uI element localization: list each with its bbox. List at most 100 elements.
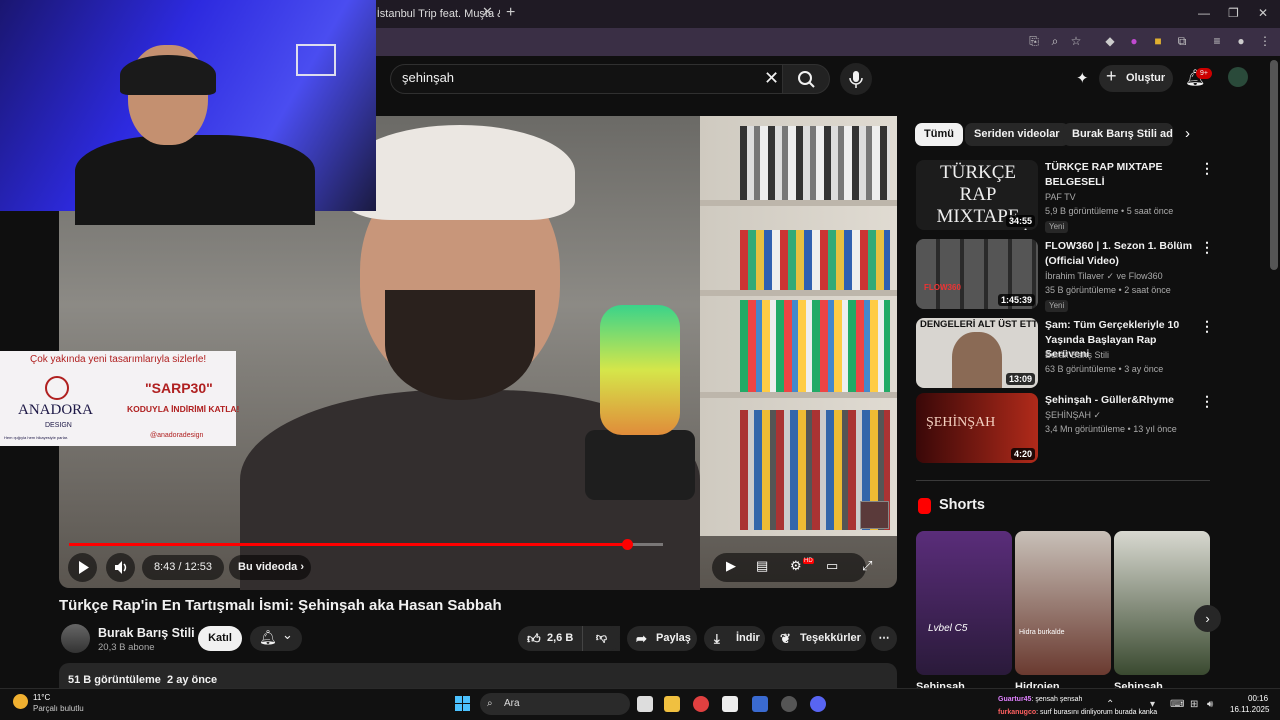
dislike-button[interactable]: 👎︎ — [582, 626, 620, 651]
network-icon[interactable]: ⊞ — [1190, 699, 1198, 710]
short-thumb-text: Hidra burkalde — [1019, 629, 1065, 636]
install-icon[interactable]: ⎘ — [1027, 34, 1041, 48]
clock-date[interactable]: 16.11.2025 — [1230, 705, 1269, 714]
weather-icon[interactable] — [13, 694, 28, 709]
weather-temp[interactable]: 11°C — [33, 693, 50, 702]
settings-gear-icon[interactable]: ⚙︎ — [790, 558, 802, 574]
chat-text: : surf burasını dinliyorum burada kanka — [1036, 709, 1158, 716]
miniplayer-icon[interactable]: ▭ — [826, 558, 838, 574]
browser-menu-icon[interactable]: ⋮ — [1258, 34, 1272, 48]
app-icon[interactable] — [781, 696, 797, 712]
profile-avatar[interactable]: ● — [1234, 34, 1248, 48]
voice-search-button[interactable] — [840, 63, 872, 95]
download-button[interactable]: ⤓ İndir — [704, 626, 765, 651]
chevron-right-icon[interactable]: › — [1194, 605, 1221, 632]
rec-new-badge: Yeni — [1045, 221, 1069, 233]
chip-channel[interactable]: Burak Barış Stili adlı y — [1063, 123, 1173, 146]
chip-all[interactable]: Tümü — [915, 123, 963, 146]
more-vertical-icon[interactable]: ⋮ — [1200, 393, 1214, 410]
fullscreen-icon[interactable]: ⤢ — [862, 558, 872, 574]
weather-desc[interactable]: Parçalı bulutlu — [33, 704, 84, 713]
share-button[interactable]: ➦ Paylaş — [627, 626, 697, 651]
rec-channel[interactable]: Burak Barış Stili — [1045, 350, 1109, 360]
chevron-up-icon[interactable]: ⌃ — [1106, 699, 1114, 710]
short-thumbnail[interactable]: Hidra burkalde — [1015, 531, 1111, 675]
rec-channel[interactable]: ŞEHİNŞAH ✓ — [1045, 410, 1101, 421]
books — [740, 126, 890, 200]
media-control-icon[interactable]: ≡ — [1210, 34, 1224, 48]
shorts-icon — [918, 498, 931, 514]
extension-icon[interactable]: ■ — [1151, 34, 1165, 48]
bell-icon: 🔔︎ — [259, 629, 277, 645]
autoplay-toggle-icon[interactable]: ▶︎ — [726, 558, 736, 574]
app-icon[interactable] — [722, 696, 738, 712]
chevron-right-icon[interactable]: › — [1185, 125, 1190, 142]
more-vertical-icon[interactable]: ⋮ — [1200, 318, 1214, 335]
rec-thumbnail[interactable]: TÜRKÇE RAP MIXTAPE BELGESELİ 34:55 — [916, 160, 1038, 230]
minimize-icon[interactable]: — — [1198, 6, 1210, 20]
mute-button[interactable] — [106, 553, 135, 582]
chip-series[interactable]: Seriden videolar — [965, 123, 1069, 146]
steam-icon[interactable] — [752, 696, 768, 712]
chat-text: : şensah şensah — [1031, 696, 1083, 703]
rec-channel[interactable]: PAF TV — [1045, 192, 1076, 202]
browser-tab[interactable]: ) İstanbul Trip feat. Muşta & — [370, 4, 500, 28]
speaker-icon[interactable]: 🔊︎ — [1207, 699, 1213, 710]
new-tab-icon[interactable]: + — [506, 4, 515, 22]
short-thumbnail[interactable]: Lvbel C5 — [916, 531, 1012, 675]
subtitles-icon[interactable]: ▤ — [756, 558, 768, 574]
restore-icon[interactable]: ❐ — [1228, 6, 1239, 20]
thumbs-down-icon: 👎︎ — [595, 632, 608, 644]
more-vertical-icon[interactable]: ⋮ — [1200, 239, 1214, 256]
clock-time[interactable]: 00:16 — [1248, 694, 1268, 703]
scrollbar[interactable] — [1270, 60, 1278, 270]
keyboard-icon[interactable]: ⌨︎ — [1170, 699, 1184, 710]
discord-icon[interactable] — [810, 696, 826, 712]
zoom-icon[interactable]: ⌕ — [1048, 34, 1062, 48]
rec-thumbnail[interactable]: DENGELERİ ALT ÜST ETTİ 13:09 — [916, 318, 1038, 388]
taskbar-search[interactable]: Ara — [480, 693, 630, 715]
rec-duration: 4:20 — [1010, 448, 1035, 460]
endscreen-element[interactable] — [860, 501, 889, 529]
short-thumbnail[interactable] — [1114, 531, 1210, 675]
rec-thumb-text: ŞEHİNŞAH — [926, 415, 996, 430]
join-button[interactable]: Katıl — [198, 626, 242, 651]
play-button[interactable] — [68, 553, 97, 582]
search-query[interactable]: şehinşah — [402, 70, 454, 85]
more-actions-button[interactable]: ⋯ — [871, 626, 897, 651]
file-explorer-icon[interactable] — [664, 696, 680, 712]
add-video-icon[interactable]: ✦ — [1076, 69, 1089, 87]
ad-tagline: Hem ışığıyla hem hikayesiyle parlar. — [4, 435, 69, 440]
mic-tray-icon[interactable]: ▾ — [1150, 699, 1155, 710]
channel-avatar[interactable] — [61, 624, 90, 653]
rec-title[interactable]: TÜRKÇE RAP MIXTAPE BELGESELİ — [1045, 160, 1195, 189]
task-view-icon[interactable] — [637, 696, 653, 712]
rec-thumbnail[interactable]: ŞEHİNŞAH 4:20 — [916, 393, 1038, 463]
window-close-icon[interactable]: ✕ — [1258, 6, 1268, 20]
rec-title[interactable]: FLOW360 | 1. Sezon 1. Bölüm (Official Vi… — [1045, 239, 1195, 268]
thanks-button[interactable]: ❦ Teşekkürler — [772, 626, 866, 651]
windows-start-icon[interactable] — [455, 696, 470, 711]
account-avatar[interactable] — [1228, 67, 1248, 87]
clear-search-icon[interactable]: ✕ — [764, 68, 779, 89]
subscription-bell-button[interactable]: 🔔︎ ⌄ — [250, 626, 302, 651]
chat-message: Guartur45: şensah şensah — [998, 696, 1082, 703]
chapter-label: Bu videoda — [238, 561, 298, 573]
progress-scrubber[interactable] — [622, 539, 633, 550]
rec-title[interactable]: Şehinşah - Güller&Rhyme — [1045, 393, 1195, 408]
extension-icon[interactable]: ◆ — [1103, 34, 1117, 48]
more-vertical-icon[interactable]: ⋮ — [1200, 160, 1214, 177]
ad-cta: KODUYLA İNDİRİMİ KATLA! — [127, 404, 240, 414]
view-count: 51 B görüntüleme — [68, 674, 161, 686]
chrome-icon[interactable] — [693, 696, 709, 712]
extension-icon[interactable]: ● — [1127, 34, 1141, 48]
chapter-button[interactable]: Bu videoda › — [229, 555, 311, 580]
shorts-heading: Shorts — [939, 497, 985, 513]
extensions-puzzle-icon[interactable]: ⧉ — [1175, 34, 1189, 48]
search-button[interactable] — [782, 64, 830, 94]
rec-channel[interactable]: İbrahim Tilaver ✓ ve Flow360 — [1045, 271, 1163, 282]
bookmark-star-icon[interactable]: ☆ — [1069, 34, 1083, 48]
channel-name[interactable]: Burak Barış Stili — [98, 626, 195, 640]
rec-thumbnail[interactable]: FLOW360 1:45:39 — [916, 239, 1038, 309]
tab-close-icon[interactable]: ✕ — [482, 4, 493, 20]
